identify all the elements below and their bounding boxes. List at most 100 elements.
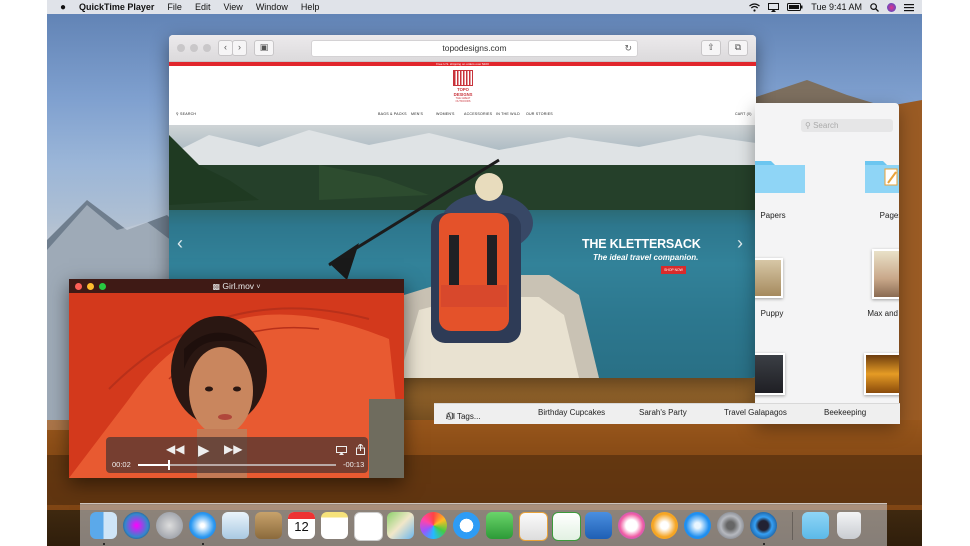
finder-tags-bar: All Tags... Birthday Cupcakes Sarah's Pa… (434, 403, 900, 424)
launchpad-dock-icon[interactable] (156, 512, 183, 539)
chevron-down-icon[interactable]: ˅ (256, 284, 260, 291)
dock-divider (792, 512, 793, 540)
fast-forward-button[interactable]: ▶▶ (224, 442, 242, 456)
menu-bar: ● QuickTime Player File Edit View Window… (47, 0, 922, 14)
finder-item-label[interactable]: Puppy (755, 309, 817, 318)
siri-menu-icon[interactable] (887, 2, 896, 12)
quicktime-dock-icon[interactable] (750, 512, 777, 539)
minimize-button[interactable] (190, 44, 198, 52)
finder-item-label[interactable]: Pages (846, 211, 899, 220)
spotlight-icon[interactable] (870, 2, 879, 12)
dock: 12 (80, 503, 887, 546)
keynote-dock-icon[interactable] (585, 512, 612, 539)
finder-search-field[interactable]: ⚲ Search (801, 119, 893, 132)
logo-subtext: THE GREAT OUTDOORS (455, 97, 471, 103)
notes-dock-icon[interactable] (321, 512, 348, 539)
system-preferences-dock-icon[interactable] (717, 512, 744, 539)
notification-center-icon[interactable] (904, 3, 914, 12)
elapsed-time: 00:02 (112, 460, 131, 469)
tag-beekeeping[interactable]: Beekeeping (824, 408, 866, 417)
nav-accessories[interactable]: ACCESSORIES (464, 112, 492, 116)
papers-folder-icon[interactable] (755, 153, 807, 193)
menu-help[interactable]: Help (301, 2, 320, 12)
photos-dock-icon[interactable] (420, 512, 447, 539)
sidebar-button[interactable]: ▣ (254, 40, 274, 56)
pages-dock-icon[interactable] (519, 512, 548, 541)
airplay-icon[interactable] (768, 2, 780, 12)
menu-edit[interactable]: Edit (195, 2, 211, 12)
clock[interactable]: Tue 9:41 AM (811, 2, 862, 12)
wifi-icon[interactable] (749, 2, 761, 12)
itunes-dock-icon[interactable] (618, 512, 645, 539)
siri-dock-icon[interactable] (123, 512, 150, 539)
reminders-dock-icon[interactable] (354, 512, 383, 541)
tabs-button[interactable]: ⧉ (728, 40, 748, 56)
nav-in-the-wild[interactable]: IN THE WILD (496, 112, 520, 116)
zoom-button[interactable] (99, 283, 106, 290)
scrubber-knob[interactable] (167, 460, 170, 470)
menu-view[interactable]: View (223, 2, 242, 12)
tag-travel-galapagos[interactable]: Travel Galapagos (724, 408, 787, 417)
desktop: ● QuickTime Player File Edit View Window… (47, 0, 922, 546)
site-header: TOPO DESIGNS THE GREAT OUTDOORS ⚲ SEARCH… (169, 66, 756, 127)
battery-icon[interactable] (787, 3, 803, 11)
site-search[interactable]: ⚲ SEARCH (176, 112, 196, 116)
mail-dock-icon[interactable] (222, 512, 249, 539)
menu-window[interactable]: Window (256, 2, 288, 12)
calendar-dock-icon[interactable]: 12 (288, 512, 315, 539)
rewind-button[interactable]: ◀◀ (166, 442, 184, 456)
scrubber-track[interactable] (138, 460, 336, 470)
facetime-dock-icon[interactable] (486, 512, 513, 539)
nav-our-stories[interactable]: OUR STORIES (526, 112, 553, 116)
search-icon: ⚲ (805, 121, 811, 130)
shop-now-button[interactable]: SHOP NOW (661, 266, 686, 274)
finder-item-label[interactable]: Max and Julie (847, 309, 899, 318)
reload-icon[interactable]: ↻ (624, 41, 632, 56)
finder-dock-icon[interactable] (90, 512, 117, 539)
max-and-julie-photo[interactable] (872, 249, 899, 299)
maps-dock-icon[interactable] (387, 512, 414, 539)
logo-text: TOPO DESIGNS (453, 87, 473, 97)
safari-toolbar: ‹ › ▣ topodesigns.com ↻ ⇧ ⧉ (169, 35, 756, 62)
menu-app-name[interactable]: QuickTime Player (79, 2, 154, 12)
tag-sarahs-party[interactable]: Sarah's Party (639, 408, 687, 417)
contacts-dock-icon[interactable] (255, 512, 282, 539)
messages-dock-icon[interactable] (453, 512, 480, 539)
numbers-dock-icon[interactable] (552, 512, 581, 541)
finder-item-label[interactable]: Papers (755, 211, 818, 220)
safari-dock-icon[interactable] (189, 512, 216, 539)
trash-dock-icon[interactable] (837, 512, 861, 539)
close-button[interactable] (177, 44, 185, 52)
puppy-photo[interactable] (755, 258, 783, 298)
nav-bags-packs[interactable]: BAGS & PACKS (378, 112, 407, 116)
hero-prev-arrow[interactable]: ‹ (177, 233, 183, 254)
zoom-button[interactable] (203, 44, 211, 52)
app-store-dock-icon[interactable] (684, 512, 711, 539)
running-indicator (103, 543, 105, 545)
downloads-folder-dock-icon[interactable] (802, 512, 829, 539)
forward-button[interactable]: › (232, 40, 247, 56)
play-button[interactable]: ▶ (198, 441, 210, 459)
share-icon[interactable] (356, 444, 365, 455)
qt-title-bar[interactable]: ▩ Girl.mov ˅ (69, 279, 404, 293)
beekeeping-photo[interactable] (864, 353, 899, 395)
topo-logo[interactable]: TOPO DESIGNS THE GREAT OUTDOORS (451, 70, 475, 103)
ibooks-dock-icon[interactable] (651, 512, 678, 539)
apple-menu-icon[interactable]: ● (60, 2, 66, 13)
cart-link[interactable]: CART (0) (735, 112, 752, 116)
finder-window: ⚲ Search Papers Pages Puppy Max and Juli… (755, 103, 899, 423)
nav-mens[interactable]: MEN'S (411, 112, 423, 116)
share-button[interactable]: ⇧ (701, 40, 721, 56)
tag-birthday-cupcakes[interactable]: Birthday Cupcakes (538, 408, 605, 417)
nav-womens[interactable]: WOMEN'S (436, 112, 455, 116)
pages-folder-icon[interactable] (863, 153, 899, 193)
close-button[interactable] (75, 283, 82, 290)
airplay-icon[interactable] (336, 446, 347, 455)
quicktime-window: ▩ Girl.mov ˅ ◀◀ ▶ ▶▶ 00:02 -00:13 (69, 279, 404, 478)
minimize-button[interactable] (87, 283, 94, 290)
address-bar[interactable]: topodesigns.com ↻ (311, 40, 638, 57)
back-button[interactable]: ‹ (218, 40, 233, 56)
hero-next-arrow[interactable]: › (737, 233, 743, 254)
travel-galapagos-photo[interactable] (755, 353, 785, 395)
menu-file[interactable]: File (167, 2, 182, 12)
